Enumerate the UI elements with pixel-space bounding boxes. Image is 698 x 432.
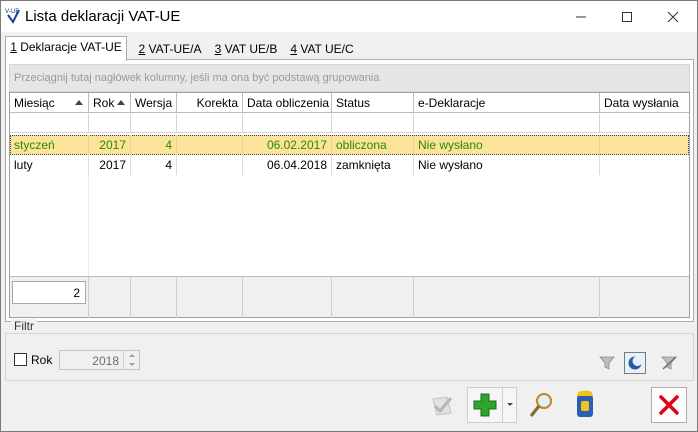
year-spinner[interactable]: [123, 351, 139, 369]
cell-miesiac: luty: [10, 155, 89, 175]
filter-cell[interactable]: [10, 114, 89, 133]
filter-cell[interactable]: [131, 114, 177, 133]
column-header-korekta[interactable]: Korekta: [177, 93, 243, 113]
preview-button[interactable]: [523, 387, 559, 423]
quick-filter-button[interactable]: [624, 352, 646, 374]
moon-icon: [628, 356, 643, 370]
row-count: 2: [12, 281, 86, 304]
tab-vat-ue-a[interactable]: 2 VAT-UE/A: [135, 39, 205, 60]
cell-rok: 2017: [89, 135, 131, 155]
funnel-clear-icon: [661, 356, 677, 370]
tab-deklaracje-vat-ue[interactable]: 1 Deklaracje VAT-UE: [5, 36, 127, 61]
filter-cell[interactable]: [243, 114, 332, 133]
column-header-data-wyslania[interactable]: Data wysłania: [600, 93, 689, 113]
summary-cell: [177, 277, 243, 318]
add-button[interactable]: [467, 387, 503, 423]
cell-e-deklaracje: Nie wysłano: [414, 135, 600, 155]
column-header-e-deklaracje[interactable]: e-Deklaracje: [414, 93, 600, 113]
cell-wersja: 4: [131, 135, 177, 155]
cell-e-deklaracje: Nie wysłano: [414, 155, 600, 175]
delete-button[interactable]: [567, 387, 603, 423]
column-header-status[interactable]: Status: [332, 93, 414, 113]
trash-bin-icon: [577, 390, 593, 417]
filter-button[interactable]: [596, 352, 618, 374]
cell-data-wyslania: [600, 155, 689, 175]
tab-vat-ue-b[interactable]: 3 VAT UE/B: [211, 39, 281, 60]
summary-cell: [89, 277, 131, 318]
cell-status: zamknięta: [332, 155, 414, 175]
summary-cell: 2: [10, 277, 89, 318]
column-header-data-obliczenia[interactable]: Data obliczenia: [243, 93, 332, 113]
close-icon: [667, 11, 679, 22]
sort-ascending-icon: [75, 100, 83, 105]
cell-rok: 2017: [89, 155, 131, 175]
minimize-button[interactable]: [558, 1, 604, 32]
rok-label: Rok: [31, 353, 53, 367]
filter-cell[interactable]: [89, 114, 131, 133]
maximize-icon: [622, 11, 632, 22]
checkmark-icon: [432, 396, 453, 416]
group-by-area[interactable]: Przeciągnij tutaj nagłówek kolumny, jeśl…: [9, 64, 690, 92]
filter-group-label: Filtr: [11, 319, 37, 333]
summary-cell: [131, 277, 177, 318]
cell-korekta: [177, 155, 243, 175]
column-header-rok[interactable]: Rok: [89, 93, 131, 113]
filter-cell[interactable]: [177, 114, 243, 133]
cell-data-obliczenia: 06.04.2018: [243, 155, 332, 175]
column-header-wersja[interactable]: Wersja: [131, 93, 177, 113]
grid-header: Miesiąc Rok Wersja Korekta Data obliczen…: [10, 93, 689, 113]
grid-filter-row[interactable]: [10, 114, 689, 133]
maximize-button[interactable]: [604, 1, 650, 32]
cell-data-obliczenia: 06.02.2017: [243, 135, 332, 155]
filter-cell[interactable]: [414, 114, 600, 133]
filter-cell[interactable]: [332, 114, 414, 133]
cell-data-wyslania: [600, 135, 689, 155]
dialog-window: V-UE Lista deklaracji VAT-UE 1 Deklaracj…: [0, 0, 698, 432]
column-header-miesiac[interactable]: Miesiąc: [10, 93, 89, 113]
summary-cell: [414, 277, 600, 318]
grid-summary-row: 2: [10, 276, 689, 318]
tab-vat-ue-c[interactable]: 4 VAT UE/C: [287, 39, 357, 60]
cell-korekta: [177, 135, 243, 155]
summary-cell: [243, 277, 332, 318]
cell-miesiac: styczeń: [10, 135, 89, 155]
clear-filter-button[interactable]: [658, 352, 680, 374]
minimize-icon: [576, 16, 586, 17]
cell-wersja: 4: [131, 155, 177, 175]
rok-checkbox[interactable]: [14, 353, 27, 366]
spin-down-icon[interactable]: [124, 360, 139, 369]
sort-ascending-icon: [117, 100, 125, 105]
spin-up-icon[interactable]: [124, 351, 139, 360]
close-button[interactable]: [651, 387, 687, 423]
window-title: Lista deklaracji VAT-UE: [25, 8, 181, 25]
magnifier-icon: [529, 392, 553, 417]
add-dropdown-button[interactable]: [503, 387, 517, 423]
chevron-down-icon: [506, 403, 513, 406]
table-row[interactable]: styczeń 2017 4 06.02.2017 obliczona Nie …: [10, 135, 689, 155]
cell-status: obliczona: [332, 135, 414, 155]
table-row[interactable]: luty 2017 4 06.04.2018 zamknięta Nie wys…: [10, 155, 689, 175]
declarations-grid: Miesiąc Rok Wersja Korekta Data obliczen…: [9, 92, 690, 318]
title-bar: V-UE Lista deklaracji VAT-UE: [1, 1, 697, 32]
grid-empty-area: [10, 175, 689, 276]
app-logo-icon: V-UE: [5, 8, 20, 24]
plus-icon: [473, 393, 497, 417]
funnel-icon: [599, 356, 615, 370]
tab-panel: Przeciągnij tutaj nagłówek kolumny, jeśl…: [5, 59, 694, 322]
summary-cell: [332, 277, 414, 318]
approve-button[interactable]: [424, 387, 460, 423]
red-x-icon: [659, 395, 679, 415]
close-window-button[interactable]: [650, 1, 696, 32]
